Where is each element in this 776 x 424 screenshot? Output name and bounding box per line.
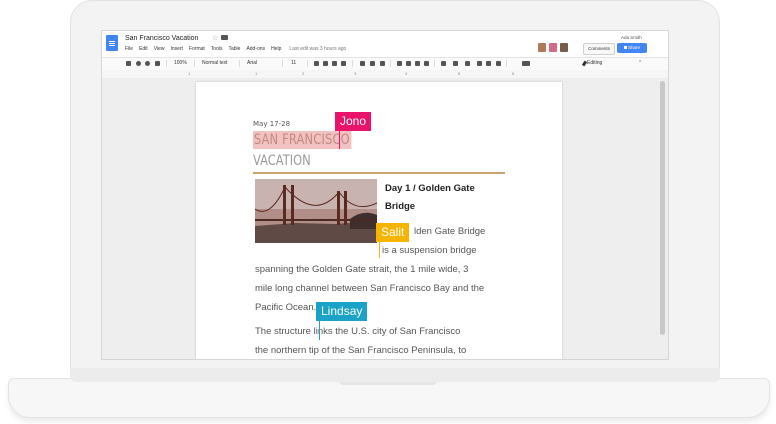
trip-dates[interactable]: May 17-28 xyxy=(253,120,290,128)
toolbar: 100% Normal text Arial 11 Editing ⌃ xyxy=(102,57,668,71)
italic-icon[interactable] xyxy=(323,61,328,66)
decrease-indent-icon[interactable] xyxy=(477,61,482,66)
menu-table[interactable]: Table xyxy=(228,46,240,52)
jono-cursor xyxy=(339,131,340,149)
folder-icon[interactable] xyxy=(221,35,228,40)
avatar xyxy=(549,43,557,52)
day-heading-line-2: Bridge xyxy=(385,201,416,212)
golden-gate-bridge-illustration xyxy=(255,179,377,243)
menu-tools[interactable]: Tools xyxy=(211,46,223,52)
last-edit-status[interactable]: Last edit was 3 hours ago xyxy=(289,46,346,52)
wrap-line-2[interactable]: is a suspension bridge xyxy=(382,241,477,260)
menu-file[interactable]: File xyxy=(125,46,133,52)
ruler-number: 1 xyxy=(188,71,191,76)
lock-icon xyxy=(623,46,627,50)
share-label: Share xyxy=(627,45,640,50)
comment-icon[interactable] xyxy=(370,61,375,66)
lindsay-cursor xyxy=(319,320,320,340)
avatar xyxy=(538,43,546,52)
document-title[interactable]: San Francisco Vacation xyxy=(125,35,198,42)
share-button[interactable]: Share xyxy=(617,43,647,53)
align-justify-icon[interactable] xyxy=(424,61,429,66)
print-icon[interactable] xyxy=(126,61,131,66)
day-heading-line-1: Day 1 / Golden Gate xyxy=(385,183,475,194)
toolbar-divider xyxy=(166,60,167,67)
undo-icon[interactable] xyxy=(136,61,141,66)
link-icon[interactable] xyxy=(360,61,365,66)
ruler: 1 1 2 3 4 5 6 xyxy=(102,70,668,79)
laptop-hinge xyxy=(70,368,720,382)
toolbar-divider xyxy=(506,60,507,67)
paragraph-line[interactable]: The structure links the U.S. city of San… xyxy=(255,322,507,341)
user-name[interactable]: Ada Smith xyxy=(621,35,642,40)
increase-indent-icon[interactable] xyxy=(486,61,491,66)
paint-format-icon[interactable] xyxy=(155,61,160,66)
day-heading[interactable]: Day 1 / Golden Gate Bridge xyxy=(385,180,509,216)
salit-cursor-label: Salit xyxy=(376,223,410,242)
numbered-list-icon[interactable] xyxy=(453,61,458,66)
toolbar-divider xyxy=(282,60,283,67)
menu-edit[interactable]: Edit xyxy=(139,46,148,52)
title-divider xyxy=(253,172,505,174)
toolbar-divider xyxy=(239,60,240,67)
jono-cursor-label: Jono xyxy=(335,112,372,131)
toolbar-divider xyxy=(390,60,391,67)
menu-insert[interactable]: Insert xyxy=(170,46,183,52)
collapse-toolbar-icon[interactable]: ⌃ xyxy=(638,60,642,67)
font-size-select[interactable]: 11 xyxy=(291,60,296,67)
toolbar-divider xyxy=(307,60,308,67)
docs-logo-icon[interactable] xyxy=(106,35,118,51)
paragraph-text: links the U.S. city of San Francisco xyxy=(313,326,461,337)
editing-mode-select[interactable]: Editing xyxy=(587,60,602,66)
style-select[interactable]: Normal text xyxy=(202,60,228,67)
paragraph-text: The structure xyxy=(255,326,311,337)
paragraph-line[interactable]: spanning the Golden Gate strait, the 1 m… xyxy=(255,260,507,279)
doc-title-line-1[interactable]: SAN FRANCISCO xyxy=(253,131,352,149)
align-right-icon[interactable] xyxy=(415,61,420,66)
menu-format[interactable]: Format xyxy=(189,46,205,52)
ruler-number: 1 xyxy=(255,71,258,76)
toolbar-divider xyxy=(434,60,435,67)
golden-gate-photo[interactable] xyxy=(255,179,377,243)
star-icon[interactable]: ☆ xyxy=(212,34,218,42)
paragraph-line[interactable]: the northern tip of the San Francisco Pe… xyxy=(255,341,507,355)
scroll-thumb[interactable] xyxy=(660,81,665,335)
zoom-select[interactable]: 100% xyxy=(174,60,187,67)
scrollbar[interactable] xyxy=(658,79,667,337)
lindsay-cursor-label: Lindsay xyxy=(316,302,368,321)
text-color-icon[interactable] xyxy=(341,61,346,66)
image-icon[interactable] xyxy=(380,61,385,66)
toolbar-divider xyxy=(194,60,195,67)
ruler-number: 4 xyxy=(405,71,408,76)
paragraph-line[interactable]: Pacific Ocean. xyxy=(255,298,507,317)
toolbar-divider xyxy=(352,60,353,67)
input-tools-icon[interactable] xyxy=(522,61,530,66)
bulleted-list-icon[interactable] xyxy=(465,61,470,66)
underline-icon[interactable] xyxy=(332,61,337,66)
clear-formatting-icon[interactable] xyxy=(496,61,501,66)
ruler-number: 6 xyxy=(512,71,515,76)
menu-addons[interactable]: Add-ons xyxy=(246,46,265,52)
document-page[interactable] xyxy=(196,82,562,359)
comments-button[interactable]: Comments xyxy=(583,43,615,55)
redo-icon[interactable] xyxy=(145,61,150,66)
font-select[interactable]: Arial xyxy=(247,60,257,67)
ruler-number: 2 xyxy=(302,71,305,76)
paragraph-line[interactable]: mile long channel between San Francisco … xyxy=(255,279,507,298)
doc-title-line-2[interactable]: VACATION xyxy=(253,152,311,170)
align-center-icon[interactable] xyxy=(406,61,411,66)
align-left-icon[interactable] xyxy=(397,61,402,66)
menu-bar: File Edit View Insert Format Tools Table… xyxy=(125,46,346,52)
avatar xyxy=(560,43,568,52)
line-spacing-icon[interactable] xyxy=(441,61,446,66)
ruler-number: 3 xyxy=(354,71,357,76)
menu-view[interactable]: View xyxy=(154,46,165,52)
wrap-line-1[interactable]: lden Gate Bridge xyxy=(414,222,485,241)
bold-icon[interactable] xyxy=(314,61,319,66)
menu-help[interactable]: Help xyxy=(271,46,281,52)
ruler-number: 5 xyxy=(458,71,461,76)
